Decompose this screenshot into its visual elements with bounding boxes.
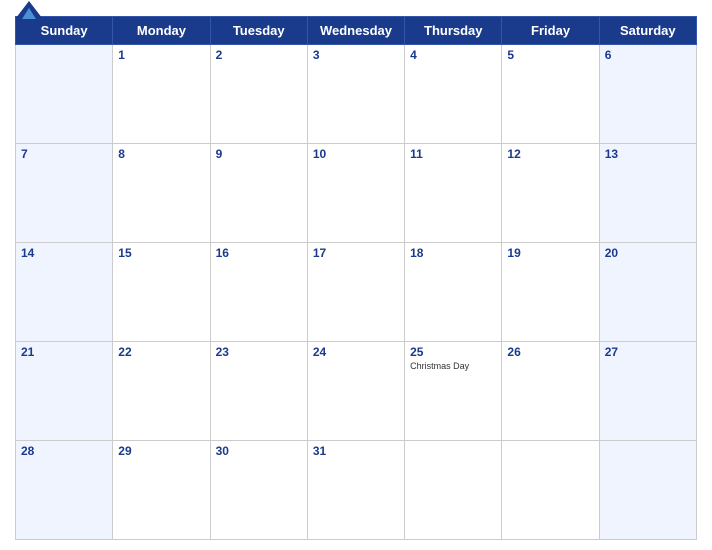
calendar-cell: 27 xyxy=(599,342,696,441)
calendar-cell: 1 xyxy=(113,45,210,144)
day-number: 29 xyxy=(118,444,204,458)
calendar-cell: 23 xyxy=(210,342,307,441)
day-number: 5 xyxy=(507,48,593,62)
day-number: 16 xyxy=(216,246,302,260)
day-number: 20 xyxy=(605,246,691,260)
weekday-header-row: SundayMondayTuesdayWednesdayThursdayFrid… xyxy=(16,17,697,45)
day-number: 15 xyxy=(118,246,204,260)
calendar-cell: 4 xyxy=(405,45,502,144)
weekday-header-saturday: Saturday xyxy=(599,17,696,45)
logo xyxy=(15,1,43,20)
calendar-week-row: 789 10 11 12 13 xyxy=(16,144,697,243)
day-number: 30 xyxy=(216,444,302,458)
calendar-cell: 26 xyxy=(502,342,599,441)
calendar-cell xyxy=(405,441,502,540)
calendar-cell: 31 xyxy=(307,441,404,540)
calendar-cell: 2 xyxy=(210,45,307,144)
calendar-cell: 17 xyxy=(307,243,404,342)
day-number: 13 xyxy=(605,147,691,161)
weekday-header-sunday: Sunday xyxy=(16,17,113,45)
day-number: 7 xyxy=(21,147,107,161)
calendar-cell xyxy=(16,45,113,144)
calendar-cell: 24 xyxy=(307,342,404,441)
calendar-week-row: 28 29 30 31 xyxy=(16,441,697,540)
calendar-cell: 22 xyxy=(113,342,210,441)
day-number: 17 xyxy=(313,246,399,260)
day-number: 3 xyxy=(313,48,399,62)
day-number: 27 xyxy=(605,345,691,359)
calendar-cell: 7 xyxy=(16,144,113,243)
calendar-cell: 3 xyxy=(307,45,404,144)
day-number: 31 xyxy=(313,444,399,458)
calendar-week-row: 14 15 16 17 18 19 20 xyxy=(16,243,697,342)
calendar-cell: 16 xyxy=(210,243,307,342)
day-number: 6 xyxy=(605,48,691,62)
weekday-header-thursday: Thursday xyxy=(405,17,502,45)
day-number: 12 xyxy=(507,147,593,161)
day-number: 19 xyxy=(507,246,593,260)
calendar-cell: 5 xyxy=(502,45,599,144)
calendar-table: SundayMondayTuesdayWednesdayThursdayFrid… xyxy=(15,16,697,540)
calendar-cell: 19 xyxy=(502,243,599,342)
weekday-header-friday: Friday xyxy=(502,17,599,45)
day-number: 24 xyxy=(313,345,399,359)
day-number: 26 xyxy=(507,345,593,359)
calendar-cell: 11 xyxy=(405,144,502,243)
calendar-cell xyxy=(599,441,696,540)
weekday-header-wednesday: Wednesday xyxy=(307,17,404,45)
calendar-cell: 8 xyxy=(113,144,210,243)
weekday-header-tuesday: Tuesday xyxy=(210,17,307,45)
holiday-label: Christmas Day xyxy=(410,361,496,371)
calendar-cell: 13 xyxy=(599,144,696,243)
day-number: 1 xyxy=(118,48,204,62)
calendar-cell: 28 xyxy=(16,441,113,540)
day-number: 14 xyxy=(21,246,107,260)
day-number: 28 xyxy=(21,444,107,458)
day-number: 18 xyxy=(410,246,496,260)
calendar-cell: 10 xyxy=(307,144,404,243)
day-number: 22 xyxy=(118,345,204,359)
weekday-header-monday: Monday xyxy=(113,17,210,45)
calendar-cell: 21 xyxy=(16,342,113,441)
calendar-cell: 6 xyxy=(599,45,696,144)
calendar-cell: 9 xyxy=(210,144,307,243)
calendar-cell: 15 xyxy=(113,243,210,342)
day-number: 25 xyxy=(410,345,496,359)
day-number: 9 xyxy=(216,147,302,161)
day-number: 21 xyxy=(21,345,107,359)
day-number: 8 xyxy=(118,147,204,161)
calendar-cell: 14 xyxy=(16,243,113,342)
day-number: 23 xyxy=(216,345,302,359)
day-number: 4 xyxy=(410,48,496,62)
calendar-cell xyxy=(502,441,599,540)
calendar-week-row: 21 22 23 24 25 Christmas Day 26 27 xyxy=(16,342,697,441)
calendar-cell: 29 xyxy=(113,441,210,540)
calendar-cell: 12 xyxy=(502,144,599,243)
calendar-cell: 25 Christmas Day xyxy=(405,342,502,441)
day-number: 10 xyxy=(313,147,399,161)
calendar-week-row: 123456 xyxy=(16,45,697,144)
calendar-cell: 20 xyxy=(599,243,696,342)
day-number: 2 xyxy=(216,48,302,62)
calendar-cell: 18 xyxy=(405,243,502,342)
day-number: 11 xyxy=(410,147,496,161)
calendar-cell: 30 xyxy=(210,441,307,540)
